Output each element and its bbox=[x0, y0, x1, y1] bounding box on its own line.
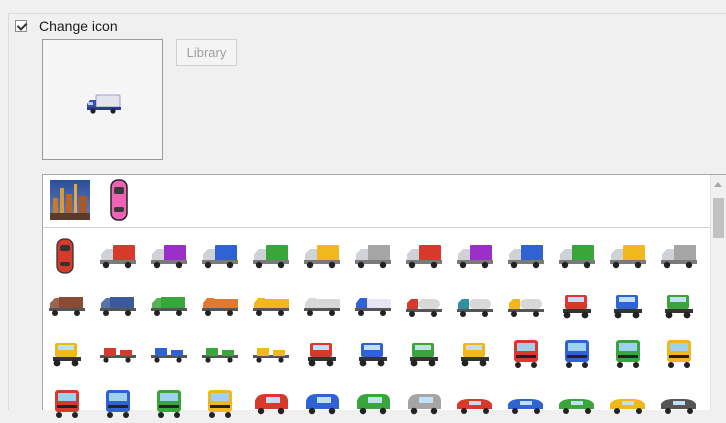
change-icon-label[interactable]: Change icon bbox=[39, 18, 118, 34]
purple-box-truck-icon[interactable] bbox=[149, 237, 189, 275]
change-icon-checkbox[interactable] bbox=[15, 20, 27, 32]
orange-flatbed-icon[interactable] bbox=[200, 287, 240, 325]
recent-icons-row bbox=[43, 175, 711, 228]
red-van-icon[interactable] bbox=[251, 385, 291, 423]
yellow-semi-front-icon[interactable] bbox=[455, 335, 495, 373]
white-flatbed-icon[interactable] bbox=[302, 287, 342, 325]
green-truck-icon[interactable] bbox=[149, 287, 189, 325]
yellow-box-truck-icon[interactable] bbox=[302, 237, 342, 275]
green-box-truck-icon[interactable] bbox=[557, 237, 597, 275]
blue-semi-icon[interactable] bbox=[608, 287, 648, 325]
delivery-truck-white-icon bbox=[87, 94, 121, 114]
yellow-cab-icon[interactable] bbox=[659, 335, 699, 373]
green-van-icon[interactable] bbox=[353, 385, 393, 423]
section-top-border bbox=[8, 13, 726, 14]
red-truck-front-icon[interactable] bbox=[47, 385, 87, 423]
brown-truck-icon[interactable] bbox=[47, 287, 87, 325]
yellow-truck-front-icon[interactable] bbox=[200, 385, 240, 423]
blue-delivery-truck-icon[interactable] bbox=[353, 287, 393, 325]
scrollbar-thumb[interactable] bbox=[713, 198, 724, 238]
navy-truck-icon[interactable] bbox=[98, 287, 138, 325]
red-box-truck-icon[interactable] bbox=[98, 237, 138, 275]
gray-box-truck-icon[interactable] bbox=[353, 237, 393, 275]
red-box-truck-icon[interactable] bbox=[404, 237, 444, 275]
blue-van-icon[interactable] bbox=[302, 385, 342, 423]
dark-low-car-icon[interactable] bbox=[659, 385, 699, 423]
city-photo-icon[interactable] bbox=[50, 180, 90, 220]
red-semi-front-icon[interactable] bbox=[302, 335, 342, 373]
yellow-tanker-icon[interactable] bbox=[506, 287, 546, 325]
green-cab-icon[interactable] bbox=[608, 335, 648, 373]
gallery-scrollbar[interactable] bbox=[710, 175, 726, 411]
red-tanker-icon[interactable] bbox=[404, 287, 444, 325]
green-semi-icon[interactable] bbox=[659, 287, 699, 325]
green-truck-front-icon[interactable] bbox=[149, 385, 189, 423]
green-box-truck-icon[interactable] bbox=[251, 237, 291, 275]
icon-preview bbox=[42, 39, 163, 160]
red-semi-icon[interactable] bbox=[557, 287, 597, 325]
red-tractor-icon[interactable] bbox=[98, 335, 138, 373]
blue-cab-icon[interactable] bbox=[557, 335, 597, 373]
pink-car-top-icon[interactable] bbox=[109, 179, 129, 221]
purple-box-truck-icon[interactable] bbox=[455, 237, 495, 275]
teal-tanker-icon[interactable] bbox=[455, 287, 495, 325]
blue-truck-front-icon[interactable] bbox=[98, 385, 138, 423]
green-semi-front-icon[interactable] bbox=[404, 335, 444, 373]
gray-box-truck-icon[interactable] bbox=[659, 237, 699, 275]
yellow-box-truck-icon[interactable] bbox=[608, 237, 648, 275]
blue-semi-front-icon[interactable] bbox=[353, 335, 393, 373]
yellow-flatbed-icon[interactable] bbox=[251, 287, 291, 325]
blue-tractor-icon[interactable] bbox=[149, 335, 189, 373]
scroll-up-arrow-icon[interactable] bbox=[714, 182, 722, 187]
green-tractor-icon[interactable] bbox=[200, 335, 240, 373]
yellow-loader-icon[interactable] bbox=[47, 335, 87, 373]
library-button[interactable]: Library bbox=[176, 39, 237, 66]
red-low-car-icon[interactable] bbox=[455, 385, 495, 423]
red-car-top-icon[interactable] bbox=[47, 237, 87, 275]
blue-box-truck-icon[interactable] bbox=[506, 237, 546, 275]
yellow-tractor-icon[interactable] bbox=[251, 335, 291, 373]
red-cab-icon[interactable] bbox=[506, 335, 546, 373]
blue-low-car-icon[interactable] bbox=[506, 385, 546, 423]
yellow-low-car-icon[interactable] bbox=[608, 385, 648, 423]
section-left-border bbox=[8, 13, 9, 410]
green-low-car-icon[interactable] bbox=[557, 385, 597, 423]
blue-box-truck-icon[interactable] bbox=[200, 237, 240, 275]
icon-gallery bbox=[42, 174, 726, 418]
gray-van-icon[interactable] bbox=[404, 385, 444, 423]
